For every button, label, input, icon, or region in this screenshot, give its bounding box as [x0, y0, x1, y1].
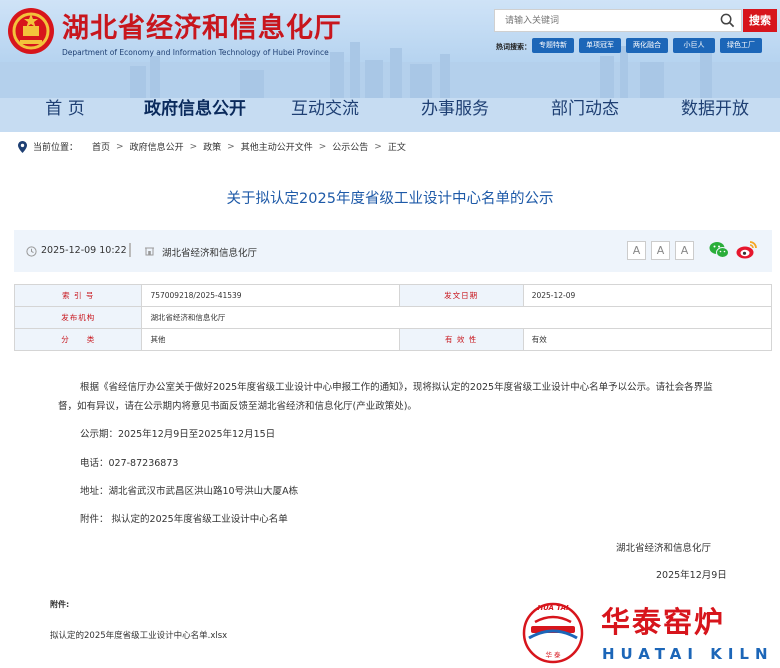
meta-divider	[129, 243, 131, 257]
publicity-period: 公示期：2025年12月9日至2025年12月15日	[80, 429, 276, 440]
article-body: 根据《省经信厅办公室关于做好2025年度省级工业设计中心申报工作的通知》，现将拟…	[58, 378, 728, 416]
document-info-table: 索 引 号 757009218/2025-41539 发文日期 2025-12-…	[13, 284, 773, 351]
contact-phone: 电话：027-87236873	[80, 458, 179, 469]
article-title: 关于拟认定2025年度省级工业设计中心名单的公示	[226, 191, 554, 207]
contact-address: 地址：湖北省武汉市武昌区洪山路10号洪山大厦A栋	[80, 486, 299, 497]
font-size-large-button[interactable]: A	[627, 241, 646, 260]
national-emblem-icon	[8, 8, 54, 54]
site-header: 湖北省经济和信息化厅 Department of Economy and Inf…	[0, 0, 780, 132]
huatai-kiln-watermark-logo: HUA TAI 华 泰 华泰窑炉 HUATAI KILN	[522, 602, 774, 664]
nav-interaction[interactable]: 互动交流	[260, 90, 390, 128]
search-input[interactable]	[495, 10, 715, 31]
table-row: 分 类 其他 有 效 性 有效	[13, 328, 773, 351]
breadcrumb-announcements[interactable]: 公示公告	[332, 140, 368, 153]
main-nav: 首 页 政府信息公开 互动交流 办事服务 部门动态 数据开放	[0, 90, 780, 128]
attachments-heading: 附件:	[50, 600, 70, 609]
wechat-share-icon[interactable]	[709, 241, 729, 259]
date-label: 发文日期	[398, 284, 524, 307]
search-button[interactable]: 搜索	[743, 9, 777, 32]
search-icon[interactable]	[720, 13, 735, 28]
nav-open-data[interactable]: 数据开放	[650, 90, 780, 128]
article-source: 湖北省经济和信息化厅	[162, 248, 258, 259]
breadcrumb-gov-info[interactable]: 政府信息公开	[130, 140, 184, 153]
breadcrumb-sep: >	[189, 141, 198, 152]
nav-gov-info[interactable]: 政府信息公开	[130, 90, 260, 128]
attachment-note: 附件： 拟认定的2025年度省级工业设计中心名单	[80, 514, 288, 525]
validity-value: 有效	[522, 328, 773, 351]
breadcrumb-sep: >	[318, 141, 327, 152]
location-pin-icon	[18, 140, 27, 153]
breadcrumb-label: 当前位置：	[33, 143, 79, 153]
breadcrumb-home[interactable]: 首页	[92, 140, 110, 153]
hot-tag[interactable]: 小巨人	[673, 38, 715, 53]
hot-words-label: 热词搜索：	[496, 43, 531, 51]
breadcrumb: 当前位置： 首页 > 政府信息公开 > 政策 > 其他主动公开文件 > 公示公告…	[18, 140, 406, 153]
watermark-arc-text: HUA TAI	[537, 604, 569, 612]
validity-label: 有 效 性	[398, 328, 524, 351]
index-value: 757009218/2025-41539	[141, 284, 400, 307]
weibo-share-icon[interactable]	[736, 240, 758, 260]
table-row: 发布机构 湖北省经济和信息化厅	[13, 306, 772, 329]
building-icon	[145, 247, 154, 256]
watermark-small-text: 华 泰	[545, 650, 561, 659]
breadcrumb-sep: >	[227, 141, 235, 152]
article-meta-bar: 2025-12-09 10:22 湖北省经济和信息化厅 A A A	[14, 230, 772, 272]
attachment-link[interactable]: 拟认定的2025年度省级工业设计中心名单.xlsx	[50, 629, 227, 641]
category-value: 其他	[141, 328, 400, 351]
category-label: 分 类	[13, 328, 143, 351]
hot-tag[interactable]: 专题特新	[532, 38, 574, 53]
hot-tag[interactable]: 绿色工厂	[720, 38, 762, 53]
table-row: 索 引 号 757009218/2025-41539 发文日期 2025-12-…	[13, 284, 773, 307]
clock-icon	[26, 246, 37, 257]
signature-date: 2025年12月9日	[656, 570, 727, 581]
watermark-cn-text: 华泰窑炉	[601, 605, 725, 639]
site-title-english: Department of Economy and Information Te…	[62, 48, 329, 57]
breadcrumb-policy[interactable]: 政策	[203, 140, 221, 153]
publish-date: 2025-12-09 10:22	[41, 245, 127, 256]
nav-dept-news[interactable]: 部门动态	[520, 90, 650, 128]
watermark-en-text: HUATAI KILN	[602, 645, 774, 663]
body-paragraph: 根据《省经信厅办公室关于做好2025年度省级工业设计中心申报工作的通知》，现将拟…	[58, 382, 713, 412]
site-title[interactable]: 湖北省经济和信息化厅	[62, 6, 342, 45]
signature-org: 湖北省经济和信息化厅	[616, 543, 712, 554]
hot-tag[interactable]: 单项冠军	[579, 38, 621, 53]
nav-services[interactable]: 办事服务	[390, 90, 520, 128]
breadcrumb-current: 正文	[387, 143, 406, 153]
hot-words-list: 专题特新 单项冠军 两化融合 小巨人 绿色工厂	[532, 38, 762, 53]
breadcrumb-sep: >	[116, 141, 124, 152]
date-value: 2025-12-09	[522, 284, 773, 307]
org-value: 湖北省经济和信息化厅	[141, 306, 772, 329]
font-size-medium-button[interactable]: A	[651, 241, 670, 260]
index-label: 索 引 号	[13, 284, 143, 307]
hot-tag[interactable]: 两化融合	[626, 38, 668, 53]
org-label: 发布机构	[13, 306, 143, 329]
font-size-small-button[interactable]: A	[675, 241, 694, 260]
nav-home[interactable]: 首 页	[0, 90, 130, 128]
breadcrumb-other-files[interactable]: 其他主动公开文件	[241, 140, 313, 153]
breadcrumb-sep: >	[374, 141, 382, 152]
search-box	[494, 9, 742, 32]
